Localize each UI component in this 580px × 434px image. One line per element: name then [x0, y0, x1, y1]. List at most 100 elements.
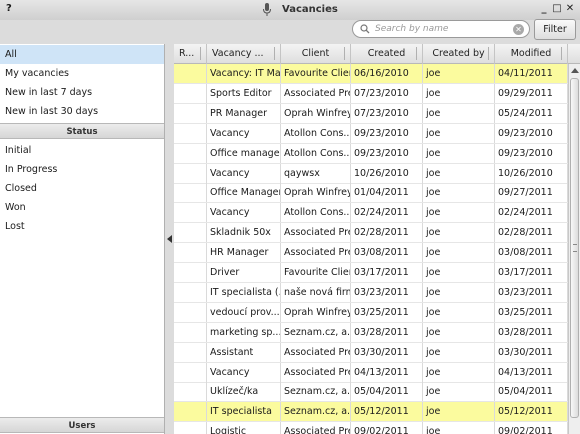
rating-cell	[174, 83, 207, 103]
column-header[interactable]: Vacancy ...	[207, 44, 281, 64]
sidebar-view-item[interactable]: New in last 30 days	[0, 102, 164, 121]
maximize-button[interactable]: □	[552, 3, 562, 14]
filter-button[interactable]: Filter	[534, 19, 576, 40]
cell-vacancy: Uklízeč/ka	[207, 382, 281, 402]
sidebar-view-item[interactable]: My vacancies	[0, 64, 164, 83]
scroll-up-icon[interactable]	[571, 68, 579, 73]
cell-modified: 03/17/2011	[495, 263, 568, 282]
cell-vacancy: Vacancy	[207, 203, 281, 223]
rating-cell	[174, 342, 207, 362]
column-resize-handle[interactable]	[344, 47, 345, 60]
rating-cell	[174, 123, 207, 143]
cell-created-by: joe	[423, 203, 495, 223]
table-row[interactable]: Office manager Atollon Cons... 09/23/2010 j…	[174, 143, 568, 164]
table-row[interactable]: Uklízeč/ka Seznam.cz, a.s. 05/04/2011 joe 05…	[174, 382, 568, 403]
rating-cell	[174, 203, 207, 223]
rating-cell	[174, 362, 207, 382]
rating-cell	[174, 243, 207, 263]
cell-modified: 10/26/2010	[495, 163, 568, 183]
window-title: Vacancies	[282, 4, 338, 15]
rating-cell	[174, 263, 207, 282]
sidebar-view-item[interactable]: New in last 7 days	[0, 83, 164, 102]
cell-created-by: joe	[423, 223, 495, 243]
column-header[interactable]: Modified	[495, 44, 568, 64]
sidebar-status-item[interactable]: Closed	[0, 179, 164, 198]
column-header[interactable]: Client	[281, 44, 351, 64]
table-row[interactable]: AssistantAssociated Press03/30/2011joe03…	[174, 342, 568, 363]
table-row[interactable]: VacancyAssociated Press04/13/2011joe04/1…	[174, 362, 568, 383]
cell-modified: 03/25/2011	[495, 302, 568, 322]
column-header-label: Created	[367, 48, 406, 59]
close-button[interactable]: ✕	[565, 3, 575, 14]
table-row[interactable]: LogisticAssociated Press09/02/2011joe09/…	[174, 422, 568, 434]
cell-created: 03/28/2011	[351, 322, 423, 342]
cell-modified: 04/11/2011	[495, 64, 568, 83]
cell-created: 06/16/2010	[351, 64, 423, 83]
toolbar: ✕ Filter	[0, 19, 580, 44]
table-row[interactable]: marketing sp... Seznam.cz, a.s. 03/28/2011…	[174, 322, 568, 343]
cell-created-by: joe	[423, 123, 495, 143]
table-row[interactable]: HR ManagerAssociated Press03/08/2011joe0…	[174, 243, 568, 264]
column-resize-handle[interactable]	[488, 47, 489, 60]
column-header[interactable]: Created by	[423, 44, 495, 64]
cell-client: Atollon Cons...	[281, 203, 351, 223]
microphone-icon	[263, 3, 271, 16]
clear-search-icon[interactable]: ✕	[513, 24, 524, 35]
cell-created: 03/08/2011	[351, 243, 423, 263]
help-button[interactable]: ?	[6, 3, 12, 14]
cell-modified: 09/29/2011	[495, 83, 568, 103]
cell-vacancy: HR Manager	[207, 243, 281, 263]
search-box[interactable]: ✕	[352, 20, 530, 38]
sidebar-status-item[interactable]: Lost	[0, 217, 164, 236]
column-resize-handle[interactable]	[200, 47, 201, 60]
cell-client: Associated Press	[281, 243, 351, 263]
table-row[interactable]: IT specialista Seznam.cz, a.s. 05/12/2011 j…	[174, 402, 568, 423]
table-row[interactable]: Sports EditorAssociated Press07/23/2010j…	[174, 83, 568, 104]
column-resize-handle[interactable]	[416, 47, 417, 60]
cell-client: Favourite Client	[281, 263, 351, 282]
column-header[interactable]: R...	[174, 44, 207, 64]
cell-client: Favourite Client	[281, 64, 351, 83]
table-row[interactable]: Vacancy: IT Ma...Favourite Client06/16/2…	[174, 64, 568, 84]
sidebar-status-item[interactable]: Won	[0, 198, 164, 217]
cell-modified: 03/30/2011	[495, 342, 568, 362]
cell-created: 05/04/2011	[351, 382, 423, 402]
column-header[interactable]: Created	[351, 44, 423, 64]
minimize-button[interactable]: _	[539, 3, 549, 14]
table-row[interactable]: Vacancy Atollon Cons... 02/24/2011 joe 02/24…	[174, 203, 568, 224]
cell-created-by: joe	[423, 243, 495, 263]
search-input[interactable]	[375, 22, 505, 36]
sidebar-view-item[interactable]: All	[0, 45, 164, 64]
cell-created: 03/23/2011	[351, 282, 423, 302]
status-header[interactable]: Status	[0, 123, 164, 139]
sidebar-status-item[interactable]: In Progress	[0, 160, 164, 179]
cell-client: Seznam.cz, a.s.	[281, 402, 351, 422]
cell-modified: 04/13/2011	[495, 362, 568, 382]
cell-client: Associated Press	[281, 342, 351, 362]
column-resize-handle[interactable]	[274, 47, 275, 60]
cell-created-by: joe	[423, 322, 495, 342]
column-resize-handle[interactable]	[561, 47, 562, 60]
rating-cell	[174, 422, 207, 434]
cell-created: 04/13/2011	[351, 362, 423, 382]
cell-vacancy: Assistant	[207, 342, 281, 362]
table-row[interactable]: Vacancy qaywsx 10/26/2010 joe 10/26/2010	[174, 163, 568, 184]
vertical-scrollbar[interactable]	[568, 64, 580, 434]
cell-vacancy: marketing sp...	[207, 322, 281, 342]
table-row[interactable]: DriverFavourite Client03/17/2011joe03/17…	[174, 263, 568, 283]
column-header-label: R...	[179, 48, 195, 59]
table-row[interactable]: vedoucí prov...Oprah Winfrey...03/25/201…	[174, 302, 568, 323]
scroll-thumb[interactable]	[570, 78, 579, 418]
sidebar-status-item[interactable]: Initial	[0, 141, 164, 160]
collapse-arrow-icon[interactable]	[167, 235, 172, 243]
table-row[interactable]: Office ManagerOprah Winfrey...01/04/2011…	[174, 183, 568, 204]
column-header-label: Client	[301, 48, 330, 59]
table-row[interactable]: PR ManagerOprah Winfrey...07/23/2010joe0…	[174, 103, 568, 124]
cell-created-by: joe	[423, 382, 495, 402]
table-row[interactable]: Vacancy Atollon Cons... 09/23/2010 joe 09/23…	[174, 123, 568, 144]
users-header[interactable]: Users	[0, 417, 164, 433]
table-row[interactable]: IT specialista (...naše nová firma03/23/…	[174, 282, 568, 303]
cell-created: 10/26/2010	[351, 163, 423, 183]
table-row[interactable]: Skladnik 50xAssociated Press02/28/2011jo…	[174, 223, 568, 244]
rating-cell	[174, 302, 207, 322]
